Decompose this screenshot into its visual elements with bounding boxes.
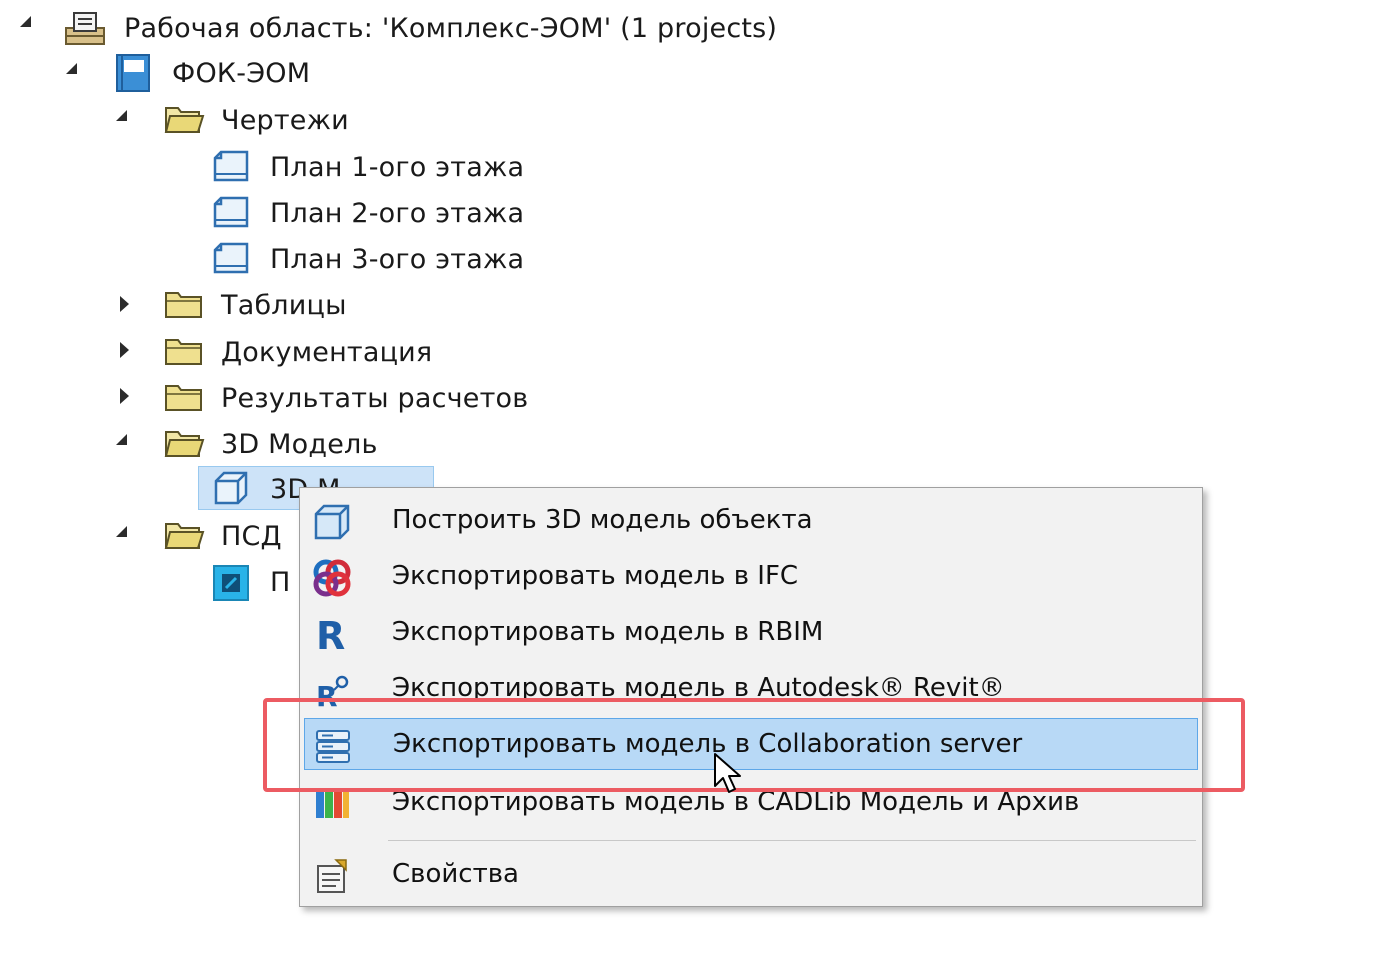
project-book-icon <box>116 54 150 92</box>
tree-node-folder-drawings[interactable]: Чертежи <box>163 100 349 140</box>
drawing-sheet-icon <box>213 196 249 228</box>
drawing-label: План 2-ого этажа <box>270 197 525 229</box>
tree-node-drawing[interactable]: План 3-ого этажа <box>212 239 524 279</box>
folder-label: Результаты расчетов <box>221 382 529 414</box>
menu-item-label: Свойства <box>392 859 519 889</box>
tree-node-folder-psd[interactable]: ПСД <box>163 516 282 556</box>
menu-item-label: Экспортировать модель в IFC <box>392 561 799 591</box>
open-folder-icon <box>164 107 205 133</box>
expand-arrow-icon[interactable] <box>20 16 31 27</box>
ifc-logo-icon <box>313 559 351 597</box>
collapse-arrow-icon[interactable] <box>120 342 129 358</box>
drawing-label: План 3-ого этажа <box>270 243 525 275</box>
drawing-sheet-icon <box>213 150 249 182</box>
tree-node-workspace[interactable]: Рабочая область: 'Комплекс-ЭОМ' (1 proje… <box>62 8 777 48</box>
tree-node-psd-item[interactable]: П <box>212 562 291 602</box>
workspace-label: Рабочая область: 'Комплекс-ЭОМ' (1 proje… <box>124 12 778 44</box>
open-folder-icon <box>164 431 205 457</box>
tree-node-folder-3d-model[interactable]: 3D Модель <box>163 424 378 464</box>
psd-document-icon <box>213 565 249 601</box>
svg-text:R: R <box>316 614 345 654</box>
workspace-icon <box>65 12 105 45</box>
folder-label: 3D Модель <box>221 428 378 460</box>
annotation-highlight-box <box>263 698 1245 792</box>
folder-label: ПСД <box>221 520 282 552</box>
menu-item-label: Построить 3D модель объекта <box>392 505 813 535</box>
folder-icon <box>165 385 202 411</box>
tree-node-drawing[interactable]: План 1-ого этажа <box>212 147 524 187</box>
project-label: ФОК-ЭОМ <box>172 57 311 89</box>
tree-node-folder-results[interactable]: Результаты расчетов <box>163 378 528 418</box>
menu-item-export-rbim[interactable]: R Экспортировать модель в RBIM <box>304 606 1198 658</box>
properties-icon <box>317 859 347 893</box>
expand-arrow-icon[interactable] <box>116 526 127 537</box>
psd-item-label: П <box>270 566 291 598</box>
cube-icon <box>214 471 248 505</box>
drawing-label: План 1-ого этажа <box>270 151 525 183</box>
folder-icon <box>165 339 202 365</box>
menu-item-label: Экспортировать модель в RBIM <box>392 617 824 647</box>
menu-separator <box>388 840 1196 841</box>
expand-arrow-icon[interactable] <box>116 110 127 121</box>
tree-node-folder-tables[interactable]: Таблицы <box>163 285 347 325</box>
menu-item-build-3d-model[interactable]: Построить 3D модель объекта <box>304 494 1198 546</box>
tree-node-project[interactable]: ФОК-ЭОМ <box>114 53 310 93</box>
folder-label: Документация <box>221 336 433 368</box>
menu-item-properties[interactable]: Свойства <box>304 848 1198 900</box>
open-folder-icon <box>164 523 205 549</box>
drawing-sheet-icon <box>213 242 249 274</box>
collapse-arrow-icon[interactable] <box>120 388 129 404</box>
expand-arrow-icon[interactable] <box>116 434 127 445</box>
folder-label: Чертежи <box>221 104 349 136</box>
folder-icon <box>165 292 202 318</box>
tree-node-folder-documentation[interactable]: Документация <box>163 332 432 372</box>
expand-arrow-icon[interactable] <box>66 63 77 74</box>
collapse-arrow-icon[interactable] <box>120 296 129 312</box>
menu-item-export-ifc[interactable]: Экспортировать модель в IFC <box>304 550 1198 602</box>
folder-label: Таблицы <box>221 289 347 321</box>
context-menu: Построить 3D модель объекта Экспортирова… <box>299 487 1203 907</box>
tree-node-drawing[interactable]: План 2-ого этажа <box>212 193 524 233</box>
rbim-r-icon: R <box>316 614 345 654</box>
cube-icon <box>314 504 350 540</box>
mouse-cursor-icon <box>714 753 741 793</box>
